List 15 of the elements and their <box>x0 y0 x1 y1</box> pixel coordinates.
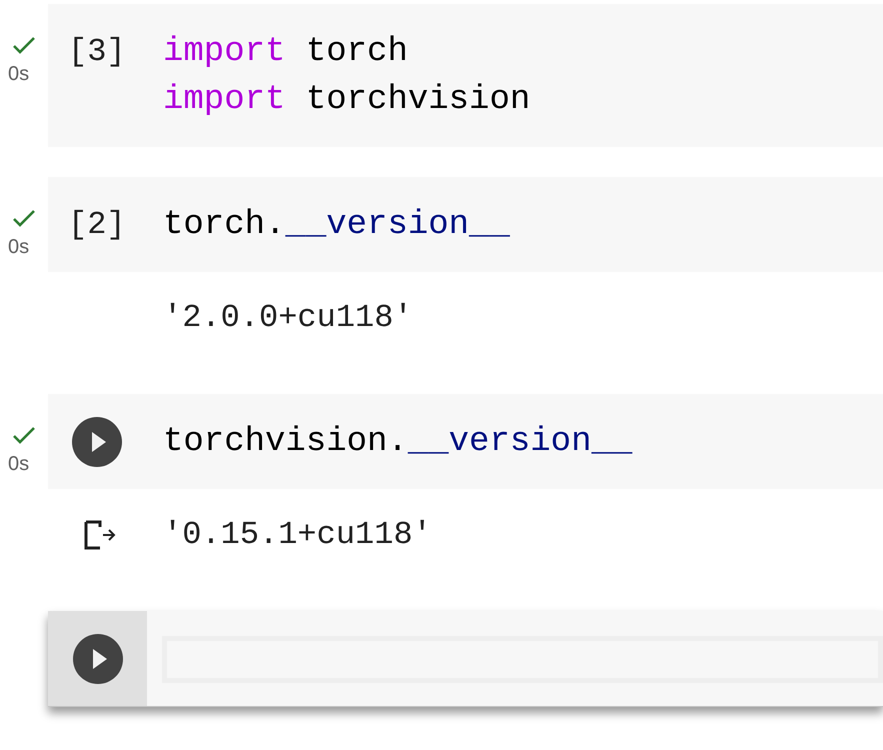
play-icon <box>92 648 108 670</box>
code-line: import torch <box>163 32 408 73</box>
output-arrow-icon[interactable] <box>83 519 117 551</box>
execution-count: [3] <box>68 32 126 72</box>
code-line: import torchvision <box>163 80 530 121</box>
code-line: torch.__version__ <box>163 205 510 246</box>
run-time-label: 0s <box>8 235 30 259</box>
run-time-label: 0s <box>8 452 30 476</box>
run-time-label: 0s <box>8 62 30 86</box>
run-button[interactable] <box>72 417 122 467</box>
code-line: torchvision.__version__ <box>163 422 632 463</box>
execution-count: [2] <box>68 205 126 245</box>
output-text: '0.15.1+cu118' <box>163 515 432 555</box>
play-icon <box>91 431 107 453</box>
output-text: '2.0.0+cu118' <box>163 298 413 338</box>
